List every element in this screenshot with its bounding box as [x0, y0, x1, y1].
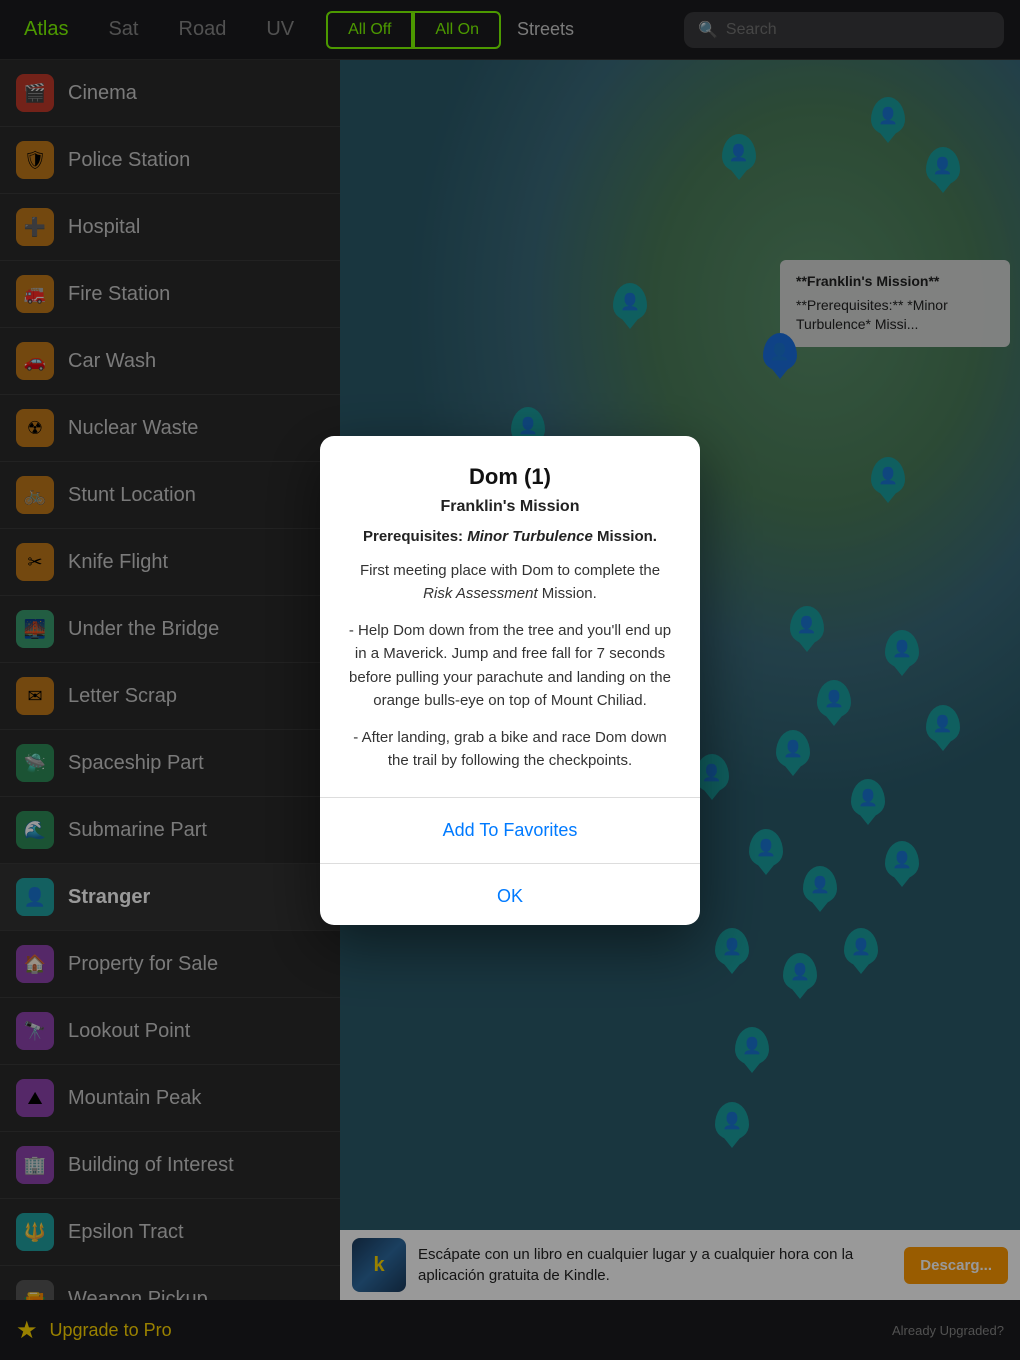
modal-divider-2: [320, 863, 700, 864]
modal-subtitle: Franklin's Mission: [348, 498, 672, 516]
modal-para1: First meeting place with Dom to complete…: [348, 559, 672, 606]
modal-overlay[interactable]: Dom (1) Franklin's Mission Prerequisites…: [0, 0, 1020, 1360]
modal-dialog: Dom (1) Franklin's Mission Prerequisites…: [320, 436, 700, 925]
modal-divider-1: [320, 797, 700, 798]
modal-title: Dom (1): [348, 464, 672, 490]
modal-para3: - After landing, grab a bike and race Do…: [348, 726, 672, 773]
ok-button[interactable]: OK: [320, 868, 700, 925]
add-to-favorites-button[interactable]: Add To Favorites: [320, 802, 700, 859]
modal-content: Dom (1) Franklin's Mission Prerequisites…: [320, 436, 700, 793]
modal-prereq: Prerequisites: Minor Turbulence Mission.: [348, 528, 672, 545]
modal-para2: - Help Dom down from the tree and you'll…: [348, 619, 672, 712]
modal-body: First meeting place with Dom to complete…: [348, 559, 672, 773]
